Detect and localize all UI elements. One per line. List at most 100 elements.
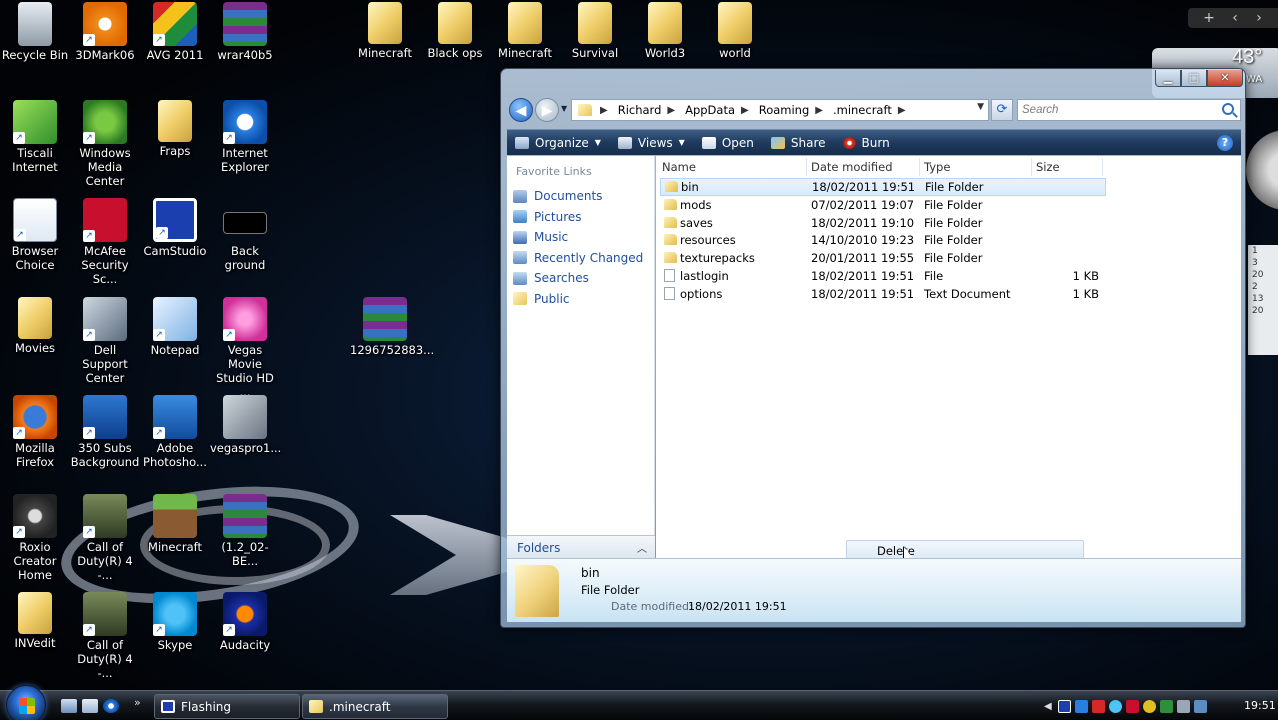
file-list[interactable]: Name Date modified Type Size bin 18/02/20… (656, 156, 1241, 566)
organize-button[interactable]: Organize ▼ (507, 130, 610, 156)
tray-expand-icon[interactable]: ◀ (1044, 701, 1052, 712)
desktop-icon[interactable]: 3DMark06 (70, 2, 140, 62)
taskbar-clock[interactable]: 19:51 (1244, 699, 1276, 712)
desktop-icon[interactable]: Audacity (210, 592, 280, 652)
address-bar[interactable]: ▶ Richard ▶ AppData ▶ Roaming ▶ .minecra… (571, 99, 989, 121)
nav-item-recently-changed[interactable]: Recently Changed (513, 248, 643, 269)
back-button[interactable]: ◀ (509, 98, 533, 122)
desktop-icon[interactable]: Call of Duty(R) 4 -... (70, 592, 140, 680)
desktop-icon[interactable]: Survival (560, 2, 630, 60)
desktop-icon[interactable]: Tiscali Internet (0, 100, 70, 174)
nav-item-documents[interactable]: Documents (513, 186, 643, 207)
address-dropdown-icon[interactable]: ▼ (977, 102, 984, 112)
desktop-icon[interactable]: Recycle Bin (0, 2, 70, 62)
add-gadget-icon[interactable]: + (1198, 10, 1220, 26)
desktop-icon[interactable]: Minecraft (490, 2, 560, 60)
desktop-icon[interactable]: Fraps (140, 100, 210, 158)
file-row[interactable]: texturepacks 20/01/2011 19:55 File Folder (656, 249, 1241, 267)
desktop-icon[interactable]: Adobe Photosho... (140, 395, 210, 469)
security-tray-icon[interactable] (1159, 699, 1173, 713)
column-divider[interactable] (919, 158, 920, 176)
burn-button[interactable]: Burn (835, 130, 899, 156)
show-desktop-icon[interactable] (61, 699, 77, 713)
switch-windows-icon[interactable] (82, 699, 98, 713)
desktop-icon[interactable]: vegaspro1... (210, 395, 281, 455)
internet-explorer-icon[interactable] (103, 699, 119, 713)
volume-icon[interactable] (1193, 699, 1207, 713)
maximize-button[interactable]: □ (1181, 70, 1207, 87)
nav-item-searches[interactable]: Searches (513, 268, 643, 289)
desktop-icon[interactable]: world (700, 2, 770, 60)
skype-tray-icon[interactable] (1108, 699, 1122, 713)
views-button[interactable]: Views ▼ (610, 130, 694, 156)
column-header-size[interactable]: Size (1036, 160, 1060, 176)
desktop-icon[interactable]: Internet Explorer (210, 100, 280, 174)
search-field[interactable] (1017, 99, 1241, 121)
desktop-icon[interactable]: Skype (140, 592, 210, 652)
desktop-icon[interactable]: Vegas Movie Studio HD ... (210, 297, 280, 399)
network-tray-icon[interactable] (1074, 699, 1088, 713)
desktop-icon[interactable]: INVedit (0, 592, 70, 650)
quick-launch-more-icon[interactable]: » (134, 696, 141, 709)
breadcrumb-separator-icon[interactable]: ▶ (667, 105, 675, 116)
desktop-icon[interactable]: McAfee Security Sc... (70, 198, 140, 286)
open-button[interactable]: Open (694, 130, 763, 156)
help-button[interactable]: ? (1217, 134, 1233, 151)
nav-item-public[interactable]: Public (513, 289, 643, 310)
taskbar-item-minecraft[interactable]: .minecraft (302, 694, 448, 719)
column-header-date[interactable]: Date modified (811, 160, 893, 176)
column-divider[interactable] (1102, 158, 1103, 176)
desktop-icon[interactable]: Movies (0, 297, 70, 355)
search-input[interactable] (1018, 100, 1208, 120)
file-row[interactable]: saves 18/02/2011 19:10 File Folder (656, 214, 1241, 232)
desktop-icon[interactable]: (1.2_02-BE... (210, 494, 280, 568)
desktop-icon[interactable]: Browser Choice (0, 198, 70, 272)
desktop-icon[interactable]: AVG 2011 (140, 2, 210, 62)
desktop-icon[interactable]: World3 (630, 2, 700, 60)
gadget-next-icon[interactable]: › (1248, 10, 1270, 26)
share-button[interactable]: Share (763, 130, 835, 156)
mcafee-tray-icon[interactable] (1125, 699, 1139, 713)
desktop-icon[interactable]: wrar40b5 (210, 2, 280, 62)
folders-toggle[interactable]: Folders ︿ (507, 535, 655, 559)
refresh-button[interactable]: ⟳ (991, 99, 1013, 121)
breadcrumb-richard[interactable]: Richard (618, 103, 662, 117)
desktop-icon[interactable]: Dell Support Center (70, 297, 140, 385)
explorer-window[interactable]: ▁ □ ✕ ◀ ▶ ▼ ▶ Richard ▶ AppData ▶ Roamin… (500, 68, 1246, 628)
column-header-name[interactable]: Name (662, 160, 696, 176)
gadget-prev-icon[interactable]: ‹ (1224, 10, 1246, 26)
minimize-button[interactable]: ▁ (1155, 70, 1181, 87)
desktop-icon[interactable]: Roxio Creator Home (0, 494, 70, 582)
file-row[interactable]: lastlogin 18/02/2011 19:51 File 1 KB (656, 267, 1241, 285)
breadcrumb-separator-icon[interactable]: ▶ (898, 105, 906, 116)
delete-menu-item[interactable]: Delete (846, 540, 1084, 560)
history-dropdown-icon[interactable]: ▼ (561, 104, 567, 113)
nav-item-pictures[interactable]: Pictures (513, 207, 643, 228)
calendar-gadget[interactable]: 1 3 20 2 13 20 (1248, 245, 1278, 355)
breadcrumb-separator-icon[interactable]: ▶ (600, 105, 608, 116)
desktop-icon[interactable]: 1296752883... (350, 297, 434, 357)
clock-gadget[interactable] (1246, 130, 1278, 210)
desktop-icon[interactable]: Windows Media Center (70, 100, 140, 188)
file-row[interactable]: bin 18/02/2011 19:51 File Folder (660, 178, 1106, 196)
breadcrumb-appdata[interactable]: AppData (685, 103, 735, 117)
network-connection-icon[interactable] (1176, 699, 1190, 713)
file-row[interactable]: options 18/02/2011 19:51 Text Document 1 KB (656, 285, 1241, 303)
column-header-type[interactable]: Type (924, 160, 950, 176)
desktop-icon[interactable]: Minecraft (140, 494, 210, 554)
file-row[interactable]: resources 14/10/2010 19:23 File Folder (656, 231, 1241, 249)
breadcrumb-minecraft[interactable]: .minecraft (833, 103, 892, 117)
avg-tray-icon[interactable] (1091, 699, 1105, 713)
desktop-icon[interactable]: Back ground (210, 198, 280, 272)
taskbar-item-flashing[interactable]: Flashing (154, 694, 300, 719)
camstudio-tray-icon[interactable] (1057, 699, 1071, 713)
desktop-icon[interactable]: CamStudio (140, 198, 210, 258)
desktop-icon[interactable]: Minecraft (350, 2, 420, 60)
breadcrumb-separator-icon[interactable]: ▶ (815, 105, 823, 116)
desktop-icon[interactable]: Notepad (140, 297, 210, 357)
update-tray-icon[interactable] (1142, 699, 1156, 713)
start-button[interactable] (6, 685, 46, 720)
forward-button[interactable]: ▶ (535, 98, 559, 122)
file-row[interactable]: mods 07/02/2011 19:07 File Folder (656, 196, 1241, 214)
desktop-icon[interactable]: Call of Duty(R) 4 -... (70, 494, 140, 582)
